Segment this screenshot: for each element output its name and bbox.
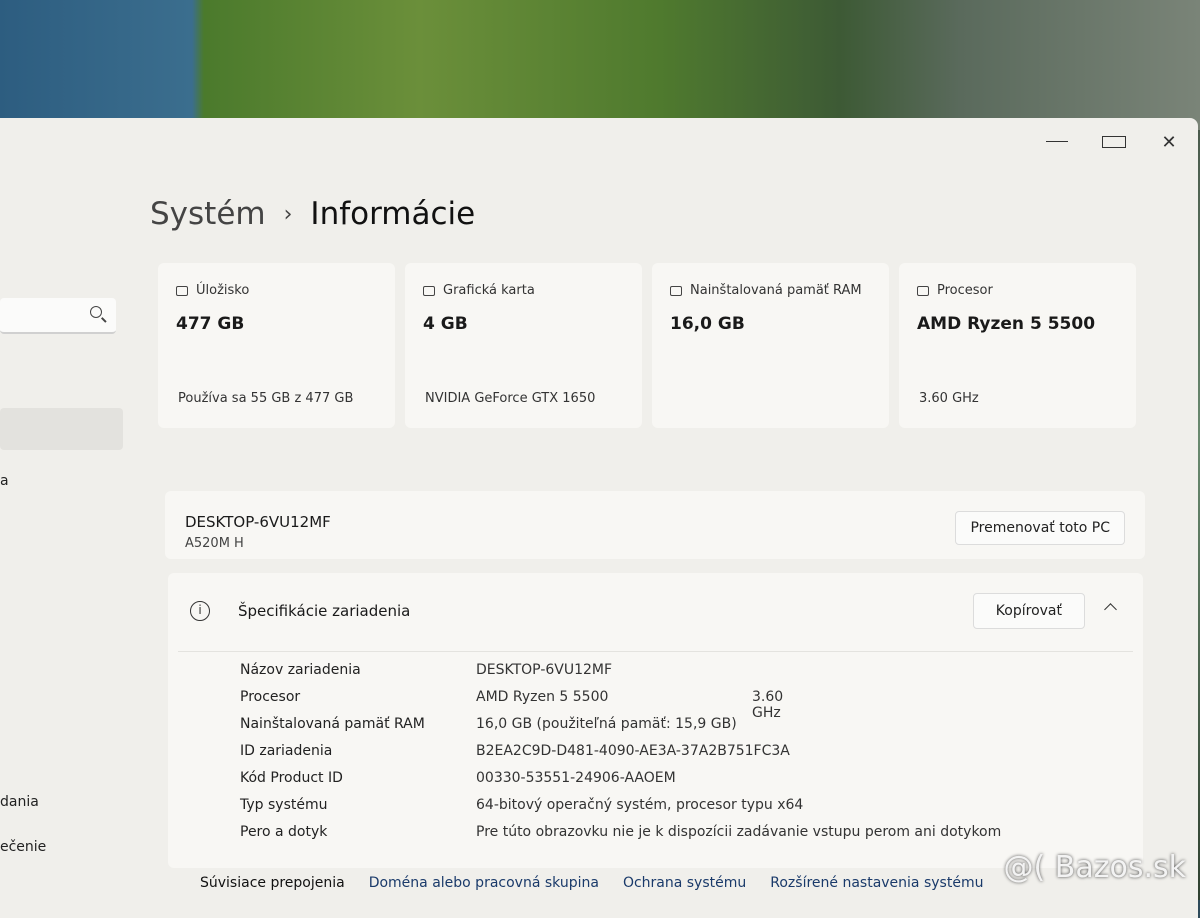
spec-label: Typ systému <box>240 797 328 813</box>
tile-label: Grafická karta <box>443 283 535 298</box>
storage-icon <box>176 285 188 296</box>
spec-label: Pero a dotyk <box>240 824 328 840</box>
spec-extra-value: 3.60 GHz <box>752 689 784 721</box>
sidebar-item[interactable]: ečenie <box>0 839 46 855</box>
spec-row: Pero a dotyk Pre túto obrazovku nie je k… <box>240 824 1001 840</box>
spec-label: Názov zariadenia <box>240 662 361 678</box>
window-controls: ✕ <box>1046 132 1180 153</box>
breadcrumb-parent[interactable]: Systém <box>150 196 266 232</box>
breadcrumb: Systém › Informácie <box>150 196 475 232</box>
tile-label: Úložisko <box>196 283 250 298</box>
spec-label: Kód Product ID <box>240 770 343 786</box>
maximize-button[interactable] <box>1102 132 1126 153</box>
spec-row: Typ systému 64-bitový operačný systém, p… <box>240 797 803 813</box>
tile-value: AMD Ryzen 5 5500 <box>917 314 1096 334</box>
related-links: Súvisiace prepojenia Doména alebo pracov… <box>200 875 983 891</box>
specs-title: Špecifikácie zariadenia <box>238 602 411 620</box>
sidebar-item[interactable]: a <box>0 473 9 489</box>
rename-pc-button[interactable]: Premenovať toto PC <box>955 511 1125 545</box>
chevron-right-icon: › <box>283 201 293 227</box>
settings-window: ✕ a dania ečenie Systém › Informácie Úlo… <box>0 118 1198 918</box>
spec-row: Kód Product ID 00330-53551-24906-AAOEM <box>240 770 676 786</box>
spec-tiles: Úložisko 477 GB Používa sa 55 GB z 477 G… <box>158 263 1136 428</box>
minimize-button[interactable] <box>1046 132 1068 153</box>
specs-header[interactable]: i Špecifikácie zariadenia Kopírovať <box>168 573 1143 651</box>
ram-icon <box>670 285 682 296</box>
tile-subtext: NVIDIA GeForce GTX 1650 <box>425 391 596 406</box>
gpu-icon <box>423 285 435 296</box>
sidebar-item[interactable]: dania <box>0 794 39 810</box>
search-icon[interactable] <box>90 306 102 318</box>
spec-value: B2EA2C9D-D481-4090-AE3A-37A2B751FC3A <box>476 743 790 759</box>
spec-label: ID zariadenia <box>240 743 333 759</box>
processor-icon <box>917 285 929 296</box>
close-icon: ✕ <box>1161 132 1177 153</box>
tile-graphics[interactable]: Grafická karta 4 GB NVIDIA GeForce GTX 1… <box>405 263 642 428</box>
sidebar: a dania ečenie <box>0 118 135 918</box>
copy-button[interactable]: Kopírovať <box>972 593 1085 629</box>
spec-row: Nainštalovaná pamäť RAM 16,0 GB (použite… <box>240 716 737 732</box>
link-system-protection[interactable]: Ochrana systému <box>623 875 746 891</box>
tile-storage[interactable]: Úložisko 477 GB Používa sa 55 GB z 477 G… <box>158 263 395 428</box>
tile-ram[interactable]: Nainštalovaná pamäť RAM 16,0 GB <box>652 263 889 428</box>
tile-subtext: Používa sa 55 GB z 477 GB <box>178 391 354 406</box>
spec-row: ID zariadenia B2EA2C9D-D481-4090-AE3A-37… <box>240 743 790 759</box>
spec-value: 64-bitový operačný systém, procesor typu… <box>476 797 804 813</box>
spec-row: Procesor AMD Ryzen 5 5500 3.60 GHz <box>240 689 783 721</box>
tile-label: Nainštalovaná pamäť RAM <box>690 283 862 298</box>
spec-value: 16,0 GB (použiteľná pamäť: 15,9 GB) <box>476 716 737 732</box>
spec-label: Nainštalovaná pamäť RAM <box>240 716 425 732</box>
device-model: A520M H <box>185 536 244 551</box>
link-domain-workgroup[interactable]: Doména alebo pracovná skupina <box>369 875 599 891</box>
chevron-up-icon[interactable] <box>1104 603 1117 616</box>
page-title: Informácie <box>310 196 476 232</box>
tile-value: 477 GB <box>176 314 245 334</box>
tile-label: Procesor <box>937 283 993 298</box>
info-icon: i <box>190 601 210 621</box>
spec-value: DESKTOP-6VU12MF <box>476 662 613 678</box>
tile-value: 4 GB <box>423 314 468 334</box>
spec-value: Pre túto obrazovku nie je k dispozícii z… <box>476 824 1002 840</box>
tile-value: 16,0 GB <box>670 314 745 334</box>
tile-processor[interactable]: Procesor AMD Ryzen 5 5500 3.60 GHz <box>899 263 1136 428</box>
related-links-title: Súvisiace prepojenia <box>200 875 345 891</box>
close-button[interactable]: ✕ <box>1158 132 1180 153</box>
spec-value: 00330-53551-24906-AAOEM <box>476 770 676 786</box>
device-name-card: DESKTOP-6VU12MF A520M H Premenovať toto … <box>165 491 1145 559</box>
device-name: DESKTOP-6VU12MF <box>185 513 331 531</box>
maximize-icon <box>1102 136 1126 148</box>
link-advanced-settings[interactable]: Rozšírené nastavenia systému <box>770 875 983 891</box>
minimize-icon <box>1046 141 1068 142</box>
device-specs-card: i Špecifikácie zariadenia Kopírovať Názo… <box>168 573 1143 868</box>
spec-row: Názov zariadenia DESKTOP-6VU12MF <box>240 662 612 678</box>
desktop-wallpaper <box>0 0 1200 130</box>
watermark: @( Bazos.sk <box>1003 850 1186 885</box>
specs-body: Názov zariadenia DESKTOP-6VU12MF Proceso… <box>178 651 1133 864</box>
spec-value: AMD Ryzen 5 5500 <box>476 689 609 705</box>
spec-label: Procesor <box>240 689 301 705</box>
search-input[interactable] <box>0 298 116 334</box>
sidebar-item-selected[interactable] <box>0 408 123 450</box>
tile-subtext: 3.60 GHz <box>919 391 979 406</box>
